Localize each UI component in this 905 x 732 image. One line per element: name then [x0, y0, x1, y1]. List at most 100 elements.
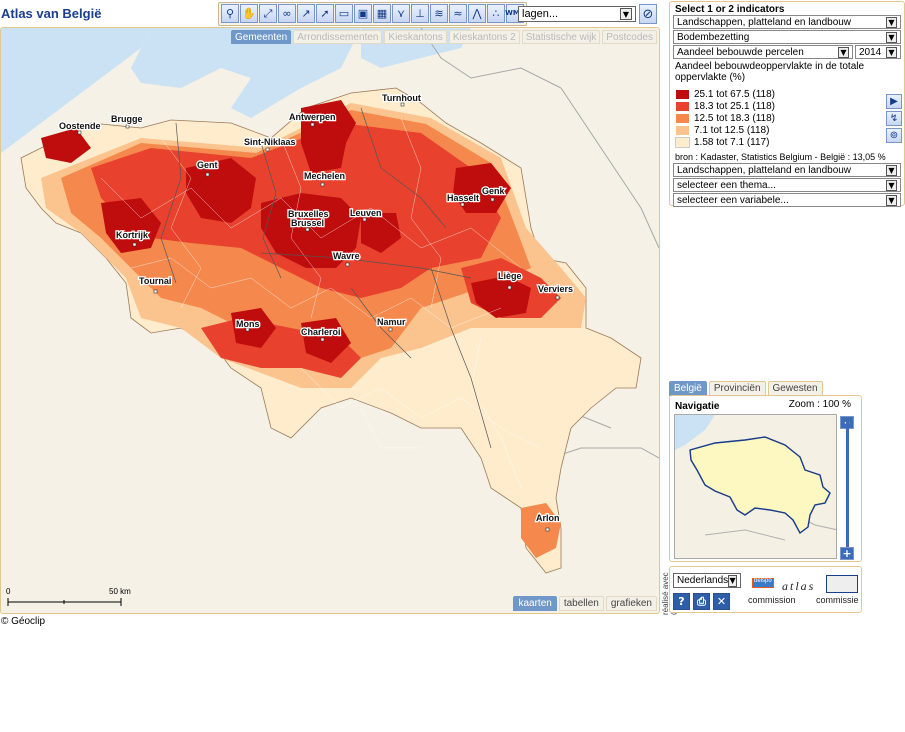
- chart-icon[interactable]: ⋎: [392, 4, 410, 23]
- second-theme-select[interactable]: Landschappen, platteland en landbouw ▼: [673, 163, 901, 177]
- commissie-label: commissie: [816, 595, 859, 605]
- chevron-down-icon: ▼: [886, 46, 897, 58]
- map-canvas[interactable]: Oostende Brugge Gent Sint-Niklaas Antwer…: [1, 28, 659, 613]
- scale-max: 50 km: [109, 587, 131, 596]
- toolbar: ⚲ ✋ ⤢ ∞ ↗ ➚ ▭ ▣ ▦ ⋎ ⊥ ≋ ≈ ⋀ ∴ WMS: [218, 2, 527, 26]
- legend-item: 7.1 tot 12.5 (118): [675, 124, 775, 136]
- scale-min: 0: [6, 587, 11, 596]
- variable-select[interactable]: Aandeel bebouwde percelen ▼: [673, 45, 853, 59]
- zoom-icon[interactable]: ⚲: [221, 4, 239, 23]
- chevron-down-icon: ▼: [886, 194, 897, 206]
- tab-kieskantons[interactable]: Kieskantons: [384, 30, 447, 44]
- tab-belgie[interactable]: België: [669, 381, 707, 396]
- overview-map[interactable]: [674, 414, 837, 559]
- commissie-logo: [826, 575, 858, 593]
- overview-map-canvas: [675, 415, 836, 541]
- theme-select[interactable]: Landschappen, platteland en landbouw ▼: [673, 15, 901, 29]
- city-label-genk: Genk: [482, 186, 506, 196]
- no-icon[interactable]: ⊘: [639, 4, 657, 24]
- navigation-tabs: België Provinciën Gewesten: [669, 381, 823, 396]
- city-label-turnhout: Turnhout: [382, 93, 421, 103]
- folder-icon[interactable]: ▭: [335, 4, 353, 23]
- city-label-brussel: Brussel: [291, 218, 324, 228]
- second-subtheme-select-value: selecteer een thema...: [677, 179, 776, 191]
- tab-statistische-wijk[interactable]: Statistische wijk: [521, 30, 601, 44]
- legend-label: 25.1 tot 67.5 (118): [694, 88, 775, 100]
- animation-icon[interactable]: ↯: [886, 111, 902, 126]
- year-select[interactable]: 2014 ▼: [855, 45, 901, 59]
- variable-description: Aandeel bebouwdeoppervlakte in de totale…: [675, 61, 865, 83]
- indicator-panel: Select 1 or 2 indicators Landschappen, p…: [669, 1, 905, 207]
- print-button[interactable]: ⎙: [693, 593, 710, 610]
- pan-icon[interactable]: ✋: [240, 4, 258, 23]
- pointer-icon[interactable]: ➚: [316, 4, 334, 23]
- zoom-slider-track[interactable]: [846, 418, 849, 552]
- tab-kieskantons-2[interactable]: Kieskantons 2: [448, 30, 520, 44]
- legend-swatch: [675, 124, 690, 136]
- city-label-kortrijk: Kortrijk: [116, 230, 149, 240]
- city-label-namur: Namur: [377, 317, 406, 327]
- footer-panel: Nederlands ▼ ? ⎙ ✕ belspo commission atla…: [669, 566, 862, 613]
- legend: 25.1 tot 67.5 (118) 18.3 tot 25.1 (118) …: [675, 88, 775, 148]
- city-label-mons: Mons: [236, 319, 260, 329]
- language-select-value: Nederlands: [677, 575, 729, 586]
- waves-icon[interactable]: ≈: [449, 4, 467, 23]
- belspo-commission: commission: [748, 595, 796, 605]
- navigation-panel: Navigatie Zoom : 100 % – +: [669, 395, 862, 562]
- city-label-oostende: Oostende: [59, 121, 101, 131]
- legend-item: 1.58 tot 7.1 (117): [675, 136, 775, 148]
- atlas-logo: atlas: [782, 579, 816, 593]
- scale-bar: 0 50 km: [6, 587, 131, 606]
- level-tabs: Gemeenten Arrondissementen Kieskantons K…: [230, 30, 657, 44]
- scatter-icon[interactable]: ∴: [487, 4, 505, 23]
- tab-grafieken[interactable]: grafieken: [605, 596, 657, 611]
- layers-icon[interactable]: ≋: [430, 4, 448, 23]
- symbols-icon[interactable]: ⊚: [886, 128, 902, 143]
- zoom-extent-icon[interactable]: ⤢: [259, 4, 277, 23]
- year-select-value: 2014: [859, 46, 882, 58]
- city-label-hasselt: Hasselt: [447, 193, 479, 203]
- chevron-down-icon: ▼: [838, 46, 849, 58]
- app: Atlas van België ⚲ ✋ ⤢ ∞ ↗ ➚ ▭ ▣ ▦ ⋎ ⊥ ≋…: [0, 0, 905, 732]
- chevron-down-icon: ▼: [620, 8, 632, 20]
- tab-postcodes[interactable]: Postcodes: [602, 30, 657, 44]
- second-subtheme-select[interactable]: selecteer een thema... ▼: [673, 178, 901, 192]
- close-button[interactable]: ✕: [713, 593, 730, 610]
- tab-gemeenten[interactable]: Gemeenten: [230, 30, 292, 44]
- second-variable-select-value: selecteer een variabele...: [677, 194, 789, 206]
- city-label-gent: Gent: [197, 160, 218, 170]
- tab-tabellen[interactable]: tabellen: [558, 596, 604, 611]
- zoom-in-button[interactable]: +: [840, 547, 854, 560]
- legend-label: 18.3 tot 25.1 (118): [694, 100, 775, 112]
- tab-gewesten[interactable]: Gewesten: [767, 381, 823, 396]
- select-icon[interactable]: ↗: [297, 4, 315, 23]
- city-label-sint-niklaas: Sint-Niklaas: [244, 137, 296, 147]
- city-label-verviers: Verviers: [538, 284, 573, 294]
- chart-line-icon[interactable]: ⋀: [468, 4, 486, 23]
- tab-kaarten[interactable]: kaarten: [513, 596, 557, 611]
- legend-swatch: [675, 136, 690, 148]
- layers-select[interactable]: lagen... ▼: [518, 6, 636, 22]
- variable-select-value: Aandeel bebouwde percelen: [677, 46, 804, 58]
- map-panel[interactable]: Oostende Brugge Gent Sint-Niklaas Antwer…: [0, 27, 660, 614]
- legend-item: 18.3 tot 25.1 (118): [675, 100, 775, 112]
- help-button[interactable]: ?: [673, 593, 690, 610]
- legend-label: 7.1 tot 12.5 (118): [694, 124, 770, 136]
- legend-item: 25.1 tot 67.5 (118): [675, 88, 775, 100]
- save-icon[interactable]: ▣: [354, 4, 372, 23]
- print-icon[interactable]: ⊥: [411, 4, 429, 23]
- second-variable-select[interactable]: selecteer een variabele... ▼: [673, 193, 901, 207]
- layers-select-value: lagen...: [522, 8, 559, 20]
- city-label-leuven: Leuven: [350, 208, 382, 218]
- tab-provincien[interactable]: Provinciën: [708, 381, 766, 396]
- table-icon[interactable]: ▦: [373, 4, 391, 23]
- tab-arrondissementen[interactable]: Arrondissementen: [293, 30, 383, 44]
- chevron-down-icon: ▼: [886, 164, 897, 176]
- subtheme-select[interactable]: Bodembezetting ▼: [673, 30, 901, 44]
- language-select[interactable]: Nederlands ▼: [673, 573, 741, 588]
- binoculars-icon[interactable]: ∞: [278, 4, 296, 23]
- overview-border: [704, 529, 786, 541]
- play-icon[interactable]: ▶: [886, 94, 902, 109]
- chevron-down-icon: ▼: [886, 16, 897, 28]
- chevron-down-icon: ▼: [886, 31, 897, 43]
